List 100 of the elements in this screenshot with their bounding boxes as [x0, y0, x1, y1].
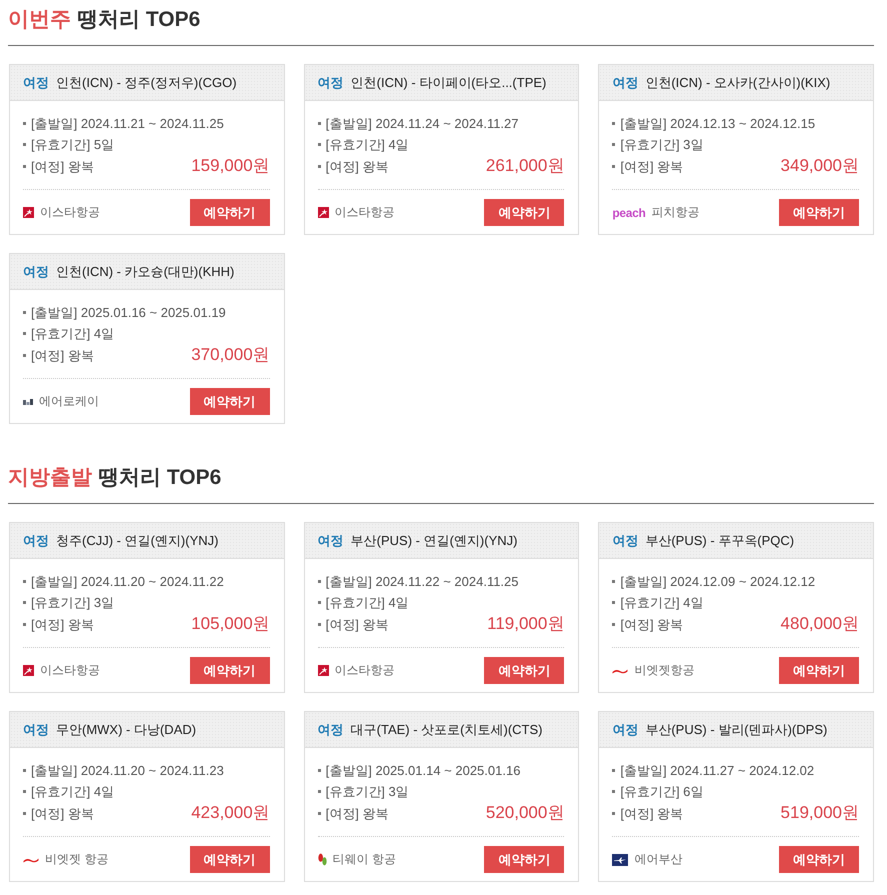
- section-title-highlight: 지방출발: [8, 465, 92, 491]
- airline-name: 이스타항공: [40, 204, 100, 221]
- detail-text: [여정] 왕복: [326, 804, 388, 822]
- price-text: 261,000원: [486, 155, 564, 177]
- airline-logo: peach: [612, 206, 646, 220]
- section-title: 땡처리 TOP6: [98, 465, 222, 491]
- detail-text: [유효기간] 4일: [620, 594, 704, 612]
- bullet-icon: [318, 812, 321, 815]
- airline-name: 비엣젯 항공: [45, 851, 108, 868]
- section-title: 땡처리 TOP6: [77, 7, 200, 33]
- itinerary-tag: 여정: [318, 532, 344, 550]
- detail-text: [유효기간] 3일: [31, 594, 114, 612]
- route-text: 청주(CJJ) - 연길(옌지)(YNJ): [56, 532, 218, 550]
- airline-logo-icon: [612, 854, 628, 866]
- route-text: 무안(MWX) - 다낭(DAD): [56, 720, 196, 738]
- bullet-icon: [23, 122, 26, 125]
- route-text: 대구(TAE) - 삿포로(치토세)(CTS): [350, 720, 543, 738]
- detail-text: [여정] 왕복: [31, 616, 94, 634]
- route-text: 인천(ICN) - 정주(정저우)(CGO): [56, 74, 237, 92]
- detail-text: [유효기간] 4일: [326, 594, 409, 612]
- detail-text: [출발일] 2024.11.27 ~ 2024.12.02: [620, 762, 814, 780]
- route-text: 부산(PUS) - 발리(덴파사)(DPS): [645, 720, 828, 738]
- airline-name: 에어로케이: [39, 393, 99, 410]
- detail-text: [출발일] 2024.12.09 ~ 2024.12.12: [620, 572, 816, 590]
- bullet-icon: [318, 143, 321, 146]
- detail-text: [유효기간] 6일: [620, 782, 704, 800]
- detail-text: [출발일] 2025.01.14 ~ 2025.01.16: [326, 762, 520, 780]
- bullet-icon: [612, 769, 616, 772]
- itinerary-tag: 여정: [23, 720, 49, 738]
- airline-name: 이스타항공: [334, 662, 395, 679]
- detail-text: [출발일] 2024.12.13 ~ 2024.12.15: [620, 114, 816, 132]
- bullet-icon: [23, 332, 26, 335]
- price-text: 119,000원: [487, 613, 564, 635]
- itinerary-tag: 여정: [612, 720, 638, 738]
- route-text: 인천(ICN) - 카오슝(대만)(KHH): [56, 262, 234, 280]
- bullet-icon: [612, 812, 616, 815]
- price-text: 105,000원: [191, 613, 270, 635]
- bullet-icon: [318, 769, 321, 772]
- itinerary-tag: 여정: [23, 262, 49, 280]
- reserve-button[interactable]: 예약하기: [190, 846, 270, 873]
- reserve-button[interactable]: 예약하기: [484, 657, 564, 684]
- reserve-button[interactable]: 예약하기: [484, 846, 564, 873]
- reserve-button[interactable]: 예약하기: [190, 657, 270, 684]
- detail-text: [유효기간] 5일: [31, 136, 114, 154]
- bullet-icon: [612, 790, 616, 793]
- section-title-highlight: 이번주: [8, 7, 71, 33]
- bullet-icon: [318, 165, 321, 168]
- reserve-button[interactable]: 예약하기: [190, 199, 270, 226]
- bullet-icon: [23, 623, 26, 626]
- bullet-icon: [23, 580, 26, 583]
- bullet-icon: [23, 311, 26, 314]
- bullet-icon: [318, 601, 321, 604]
- route-text: 부산(PUS) - 푸꾸옥(PQC): [645, 532, 794, 550]
- bullet-icon: [23, 790, 26, 793]
- detail-text: [유효기간] 4일: [31, 324, 114, 342]
- reserve-button[interactable]: 예약하기: [778, 199, 859, 226]
- bullet-icon: [23, 165, 26, 168]
- airline-logo-icon: [318, 665, 329, 676]
- airline-logo-icon: [23, 398, 33, 404]
- airline-name: 이스타항공: [40, 662, 100, 679]
- route-text: 부산(PUS) - 연길(옌지)(YNJ): [350, 532, 518, 550]
- route-text: 인천(ICN) - 타이페이(타오...(TPE): [350, 74, 546, 92]
- bullet-icon: [612, 165, 616, 168]
- bullet-icon: [318, 122, 321, 125]
- bullet-icon: [318, 790, 321, 793]
- airline-logo-icon: [318, 853, 327, 866]
- bullet-icon: [23, 601, 26, 604]
- detail-text: [출발일] 2025.01.16 ~ 2025.01.19: [31, 304, 226, 322]
- detail-text: [여정] 왕복: [31, 804, 94, 822]
- bullet-icon: [23, 812, 26, 815]
- reserve-button[interactable]: 예약하기: [778, 657, 859, 684]
- detail-text: [여정] 왕복: [326, 616, 388, 634]
- bullet-icon: [23, 354, 26, 357]
- reserve-button[interactable]: 예약하기: [484, 199, 564, 226]
- itinerary-tag: 여정: [23, 532, 49, 550]
- airline-logo-icon: [23, 207, 34, 218]
- detail-text: [출발일] 2024.11.22 ~ 2024.11.25: [326, 572, 519, 590]
- detail-text: [유효기간] 3일: [326, 782, 409, 800]
- bullet-icon: [612, 601, 616, 604]
- detail-text: [여정] 왕복: [31, 346, 94, 364]
- detail-text: [여정] 왕복: [620, 158, 684, 176]
- airline-name: 비엣젯항공: [634, 662, 694, 679]
- detail-text: [여정] 왕복: [326, 158, 388, 176]
- detail-text: [유효기간] 4일: [326, 136, 409, 154]
- price-text: 349,000원: [780, 155, 859, 177]
- reserve-button[interactable]: 예약하기: [190, 388, 270, 415]
- detail-text: [유효기간] 4일: [31, 782, 114, 800]
- airline-logo-icon: [612, 668, 628, 674]
- detail-text: [출발일] 2024.11.20 ~ 2024.11.23: [31, 762, 224, 780]
- airline-name: 티웨이 항공: [332, 851, 396, 868]
- reserve-button[interactable]: 예약하기: [778, 846, 859, 873]
- bullet-icon: [318, 580, 321, 583]
- detail-text: [여정] 왕복: [31, 158, 94, 176]
- price-text: 423,000원: [191, 802, 270, 824]
- detail-text: [여정] 왕복: [620, 804, 684, 822]
- airline-logo-icon: [318, 207, 329, 218]
- detail-text: [여정] 왕복: [620, 616, 684, 634]
- price-text: 519,000원: [780, 802, 859, 824]
- airline-name: 이스타항공: [334, 204, 395, 221]
- detail-text: [출발일] 2024.11.20 ~ 2024.11.22: [31, 572, 224, 590]
